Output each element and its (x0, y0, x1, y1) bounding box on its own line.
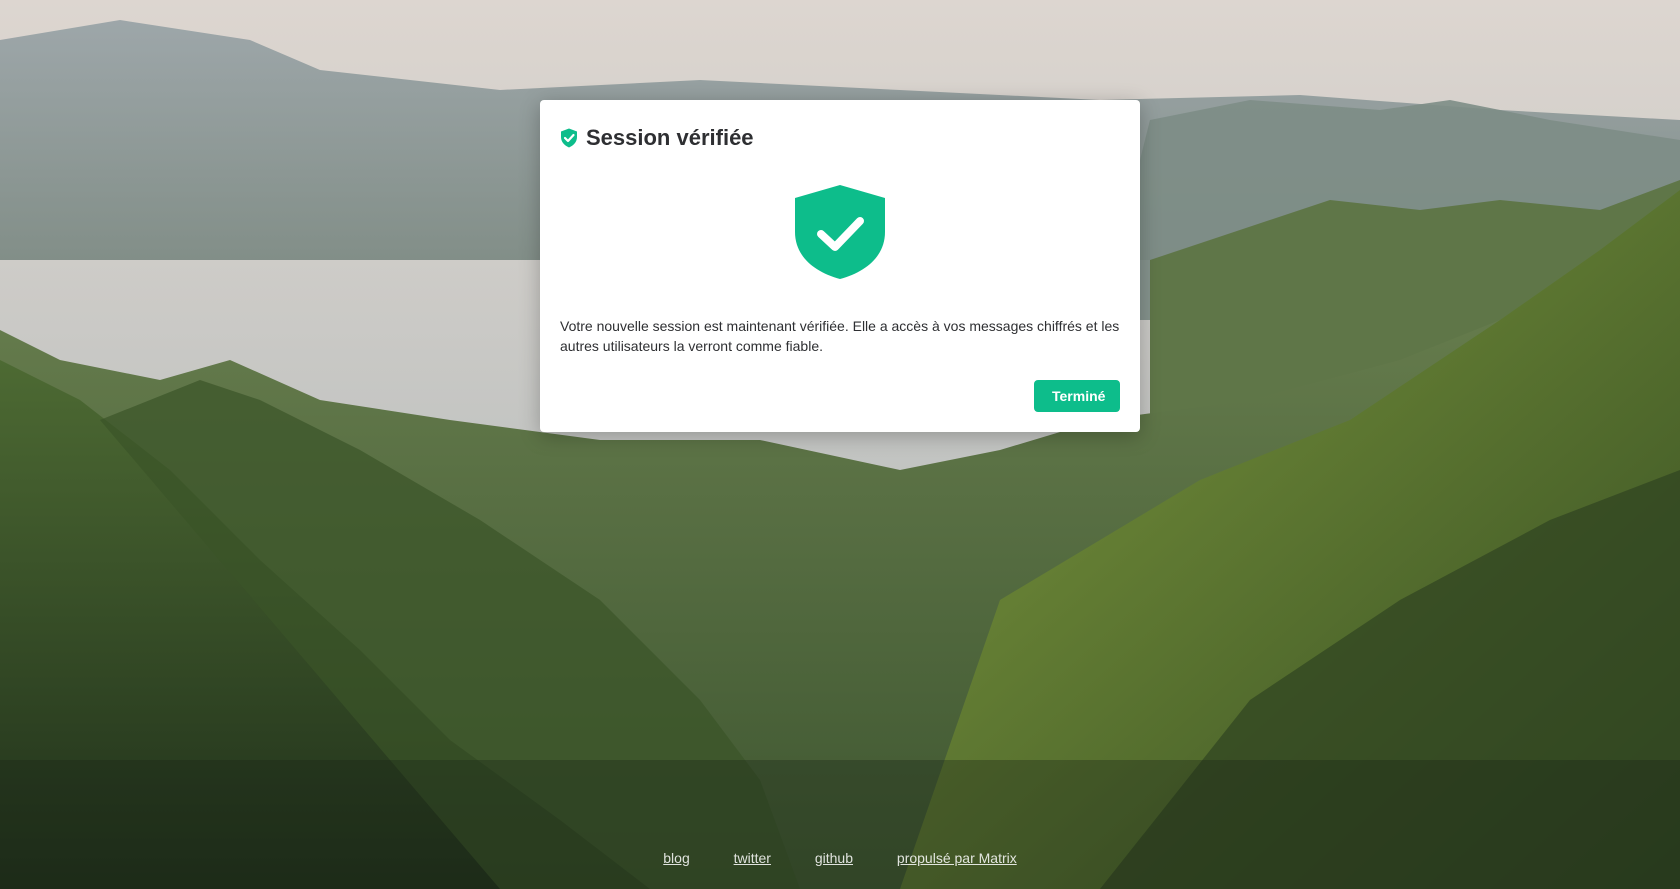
footer-link-github[interactable]: github (815, 850, 853, 866)
dialog-header: Session vérifiée (560, 124, 1120, 152)
done-button[interactable]: Terminé (1034, 380, 1120, 412)
footer-link-blog[interactable]: blog (663, 850, 689, 866)
dialog-footer: Terminé (1034, 380, 1120, 412)
footer-link-twitter[interactable]: twitter (734, 850, 771, 866)
verified-shield-icon (561, 128, 577, 148)
footer-links: blog twitter github propulsé par Matrix (0, 850, 1680, 866)
session-verified-dialog: Session vérifiée Votre nouvelle session … (540, 100, 1140, 432)
footer-link-matrix[interactable]: propulsé par Matrix (897, 850, 1017, 866)
verification-message: Votre nouvelle session est maintenant vé… (560, 318, 1120, 354)
shield-check-icon (795, 185, 885, 279)
dialog-title: Session vérifiée (586, 125, 754, 150)
